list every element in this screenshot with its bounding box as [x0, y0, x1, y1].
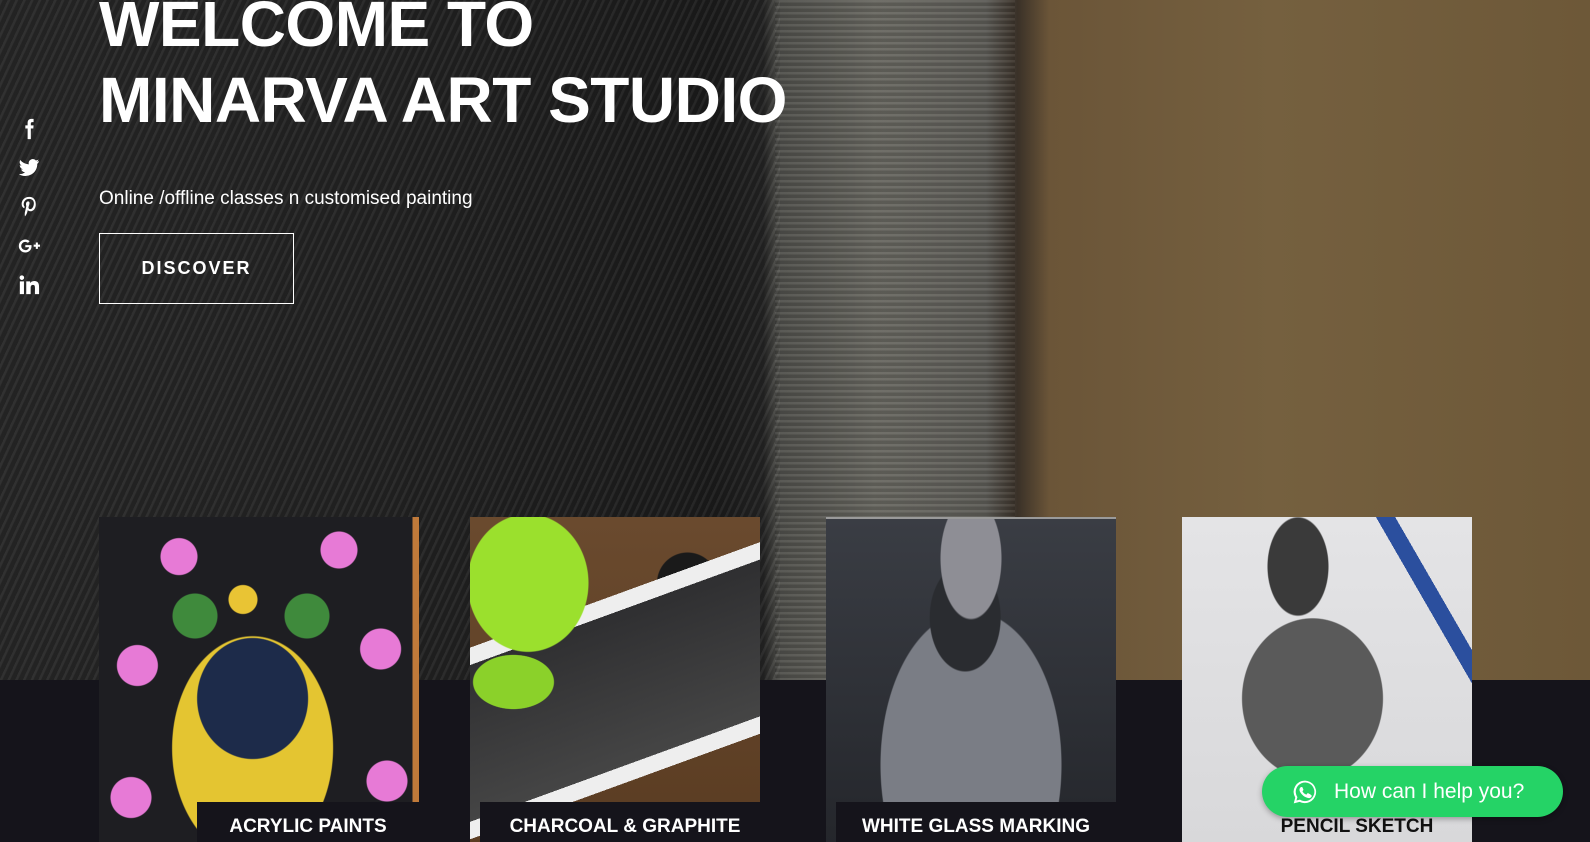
hero-title-line2: MINARVA ART STUDIO [99, 64, 787, 136]
category-card-charcoal[interactable]: CHARCOAL & GRAPHITE [470, 517, 760, 842]
hero-title: WELCOME TO MINARVA ART STUDIO [99, 0, 787, 138]
pinterest-icon[interactable] [16, 196, 42, 235]
charcoal-drawing-image [470, 517, 760, 842]
category-card-label: ACRYLIC PAINTS [197, 802, 419, 842]
category-card-label: WHITE GLASS MARKING [836, 802, 1116, 842]
whatsapp-icon [1292, 779, 1318, 805]
category-card-acrylic[interactable]: ACRYLIC PAINTS [99, 517, 419, 842]
discover-button[interactable]: DISCOVER [99, 233, 294, 304]
twitter-icon[interactable] [16, 157, 42, 196]
facebook-icon[interactable] [16, 118, 42, 157]
hero-title-line1: WELCOME TO [99, 0, 534, 60]
acrylic-painting-image [99, 517, 419, 842]
category-card-white-glass[interactable]: WHITE GLASS MARKING [826, 517, 1116, 842]
category-card-label: CHARCOAL & GRAPHITE [480, 802, 760, 842]
whatsapp-chat-button[interactable]: How can I help you? [1262, 766, 1563, 817]
linkedin-icon[interactable] [16, 274, 42, 313]
white-glass-marking-image [826, 517, 1116, 842]
google-plus-icon[interactable] [16, 235, 42, 274]
chat-label: How can I help you? [1334, 779, 1525, 803]
hero-subtitle: Online /offline classes n customised pai… [99, 188, 473, 209]
social-links [16, 118, 42, 313]
